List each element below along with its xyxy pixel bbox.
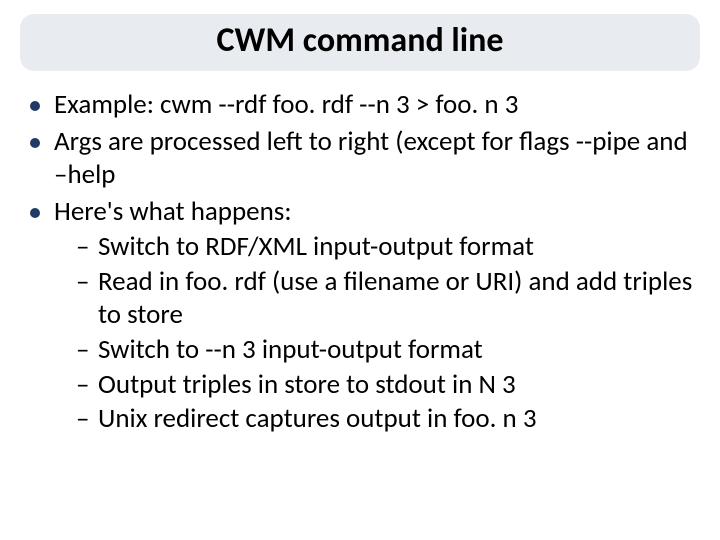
sub-list-item: Switch to --n 3 input-output format <box>76 334 694 367</box>
sub-list-item-text: Switch to --n 3 input-output format <box>98 333 483 366</box>
sub-list-item: Switch to RDF/XML input-output format <box>76 231 694 264</box>
list-item: Here's what happens: Switch to RDF/XML i… <box>26 196 694 437</box>
sub-list-item: Read in foo. rdf (use a filename or URI)… <box>76 266 694 332</box>
list-item-text: Args are processed left to right (except… <box>54 125 688 191</box>
sub-list-item-text: Unix redirect captures output in foo. n … <box>98 402 537 435</box>
slide-body: Example: cwm --rdf foo. rdf --n 3 > foo.… <box>20 89 700 436</box>
sub-list: Switch to RDF/XML input-output format Re… <box>54 231 694 437</box>
sub-list-item: Output triples in store to stdout in N 3 <box>76 369 694 402</box>
sub-list-item: Unix redirect captures output in foo. n … <box>76 403 694 436</box>
list-item: Args are processed left to right (except… <box>26 126 694 192</box>
slide-title: CWM command line <box>20 14 700 71</box>
sub-list-item-text: Read in foo. rdf (use a filename or URI)… <box>98 265 692 331</box>
list-item-text: Here's what happens: <box>54 195 292 228</box>
slide: CWM command line Example: cwm --rdf foo.… <box>0 0 720 540</box>
list-item: Example: cwm --rdf foo. rdf --n 3 > foo.… <box>26 89 694 122</box>
bullet-list: Example: cwm --rdf foo. rdf --n 3 > foo.… <box>26 89 694 436</box>
sub-list-item-text: Output triples in store to stdout in N 3 <box>98 368 516 401</box>
list-item-text: Example: cwm --rdf foo. rdf --n 3 > foo.… <box>54 88 518 121</box>
sub-list-item-text: Switch to RDF/XML input-output format <box>98 230 534 263</box>
